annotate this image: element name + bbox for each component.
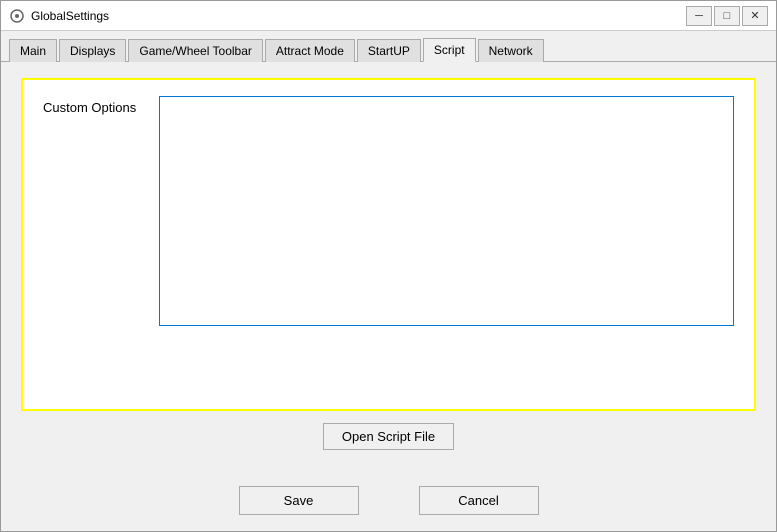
open-script-button-row: Open Script File — [21, 411, 756, 458]
maximize-button[interactable]: □ — [714, 6, 740, 26]
minimize-button[interactable]: ─ — [686, 6, 712, 26]
content-area: Custom Options Open Script File — [1, 62, 776, 474]
tab-main[interactable]: Main — [9, 39, 57, 62]
custom-options-textarea[interactable] — [159, 96, 734, 326]
window-title: GlobalSettings — [31, 9, 109, 23]
custom-options-label: Custom Options — [43, 96, 143, 115]
close-button[interactable]: ✕ — [742, 6, 768, 26]
open-script-file-button[interactable]: Open Script File — [323, 423, 454, 450]
form-area: Custom Options — [21, 78, 756, 411]
save-button[interactable]: Save — [239, 486, 359, 515]
tab-startup[interactable]: StartUP — [357, 39, 421, 62]
tab-bar: Main Displays Game/Wheel Toolbar Attract… — [1, 31, 776, 62]
title-bar-left: GlobalSettings — [9, 8, 109, 24]
cancel-button[interactable]: Cancel — [419, 486, 539, 515]
title-buttons: ─ □ ✕ — [686, 6, 768, 26]
tab-network[interactable]: Network — [478, 39, 544, 62]
app-icon — [9, 8, 25, 24]
title-bar: GlobalSettings ─ □ ✕ — [1, 1, 776, 31]
tab-game-wheel-toolbar[interactable]: Game/Wheel Toolbar — [128, 39, 263, 62]
tab-displays[interactable]: Displays — [59, 39, 126, 62]
main-window: GlobalSettings ─ □ ✕ Main Displays Game/… — [0, 0, 777, 532]
tab-script[interactable]: Script — [423, 38, 476, 62]
footer: Save Cancel — [1, 474, 776, 531]
tab-attract-mode[interactable]: Attract Mode — [265, 39, 355, 62]
